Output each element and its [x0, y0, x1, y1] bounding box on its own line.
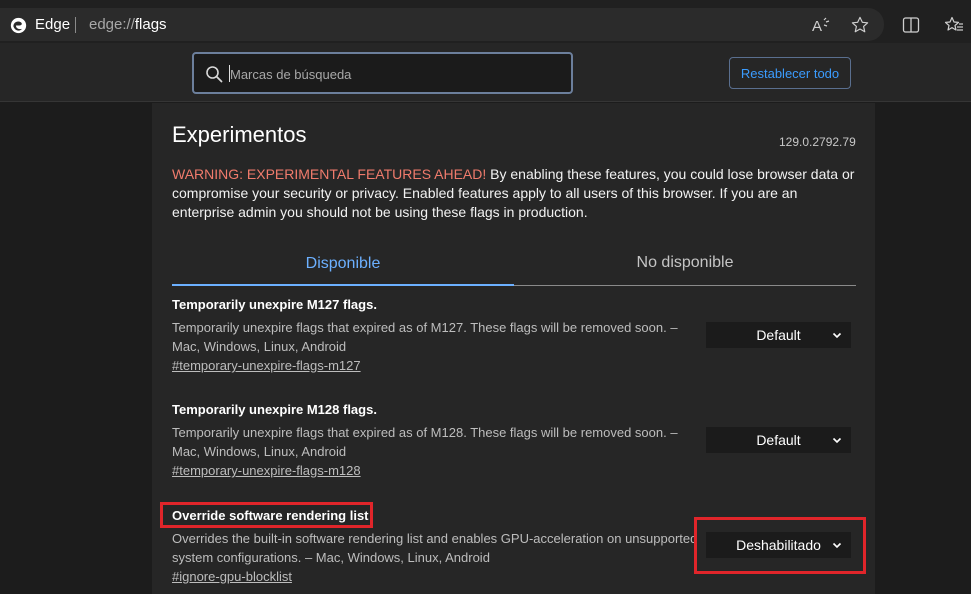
split-screen-icon[interactable] [900, 14, 922, 36]
reset-all-button[interactable]: Restablecer todo [729, 57, 851, 89]
flag-anchor-link[interactable]: #temporary-unexpire-flags-m128 [172, 463, 361, 478]
warning-text: WARNING: EXPERIMENTAL FEATURES AHEAD! By… [172, 165, 856, 222]
flag-anchor-link[interactable]: #ignore-gpu-blocklist [172, 569, 292, 584]
text-cursor [229, 65, 230, 82]
chevron-down-icon [832, 437, 842, 444]
flag-anchor-link[interactable]: #temporary-unexpire-flags-m127 [172, 358, 361, 373]
highlight-box-flag-select [694, 517, 866, 574]
flag-item: Temporarily unexpire M128 flags. Tempora… [172, 402, 702, 480]
flag-select-value: Default [756, 327, 801, 343]
flag-description: Temporarily unexpire flags that expired … [172, 425, 678, 459]
flag-select[interactable]: Default [706, 322, 851, 348]
star-icon[interactable] [849, 14, 871, 36]
flag-select[interactable]: Default [706, 427, 851, 453]
flag-item: Temporarily unexpire M127 flags. Tempora… [172, 297, 702, 375]
version-label: 129.0.2792.79 [779, 135, 856, 149]
svg-text:A: A [812, 18, 822, 34]
browser-name: Edge [35, 16, 71, 33]
flags-search-box[interactable] [192, 52, 573, 94]
flag-description: Overrides the built-in software renderin… [172, 531, 698, 565]
favorites-icon[interactable] [943, 14, 965, 36]
search-input[interactable] [230, 64, 550, 84]
tab-bar: Disponible No disponible [172, 242, 856, 286]
address-separator [75, 17, 76, 33]
url-scheme: edge:// [89, 16, 135, 33]
url-text[interactable]: edge://flags [89, 16, 167, 33]
url-path: flags [134, 16, 167, 33]
tab-unavailable[interactable]: No disponible [514, 242, 856, 284]
chevron-down-icon [832, 332, 842, 339]
flag-description: Temporarily unexpire flags that expired … [172, 320, 678, 354]
warning-heading: WARNING: EXPERIMENTAL FEATURES AHEAD! [172, 166, 487, 182]
highlight-box-flag-title [160, 502, 373, 528]
edge-logo-icon [10, 17, 27, 34]
flag-select-value: Default [756, 432, 801, 448]
page-title: Experimentos [172, 122, 307, 147]
read-aloud-icon[interactable]: A [810, 14, 832, 36]
tab-available[interactable]: Disponible [172, 242, 514, 286]
search-icon [206, 66, 223, 83]
flag-title: Temporarily unexpire M127 flags. [172, 297, 377, 312]
flag-title: Temporarily unexpire M128 flags. [172, 402, 377, 417]
